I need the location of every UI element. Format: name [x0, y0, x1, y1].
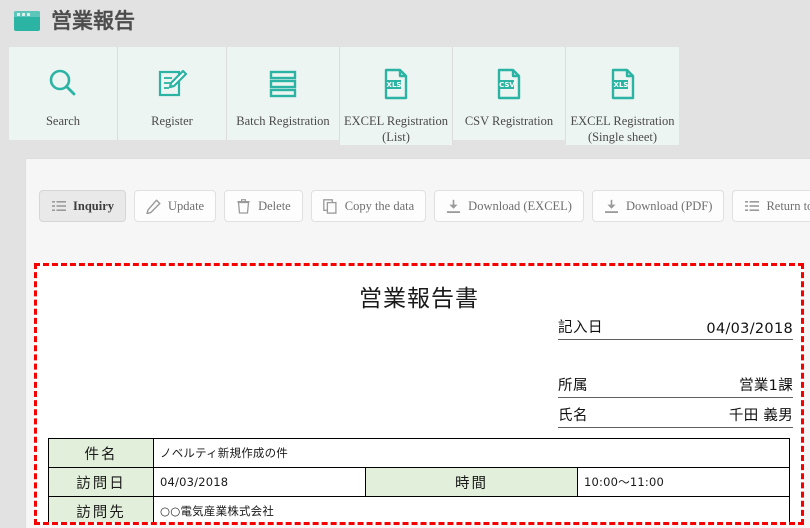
module-tabs: Search Register Batch Registration XLS E… — [9, 47, 801, 157]
tab-excel-registration-list[interactable]: XLS EXCEL Registration (List) — [340, 47, 453, 145]
button-label: Return to list — [766, 198, 810, 213]
table-row: 訪問日 04/03/2018 時間 10:00〜11:00 — [48, 467, 790, 497]
tab-label: EXCEL Registration (List) — [343, 114, 449, 144]
tab-label: Search — [45, 114, 80, 128]
download-icon — [446, 199, 461, 214]
copy-icon — [323, 198, 338, 214]
csv-file-icon: CSV — [492, 64, 526, 104]
page-title: 営業報告 — [51, 8, 135, 33]
update-button[interactable]: Update — [134, 190, 217, 222]
svg-text:CSV: CSV — [499, 81, 515, 89]
table-row: 訪問先 ○○電気産業株式会社 — [48, 496, 790, 522]
svg-text:XLS: XLS — [613, 81, 628, 89]
list-icon — [51, 199, 66, 214]
report-name-value: 千田 義男 — [728, 408, 793, 424]
download-icon — [604, 199, 619, 214]
table-row: 件名 ノベルティ新規作成の件 — [48, 438, 790, 468]
tab-search[interactable]: Search — [9, 47, 118, 140]
svg-text:XLS: XLS — [387, 81, 402, 89]
button-label: Update — [168, 198, 205, 213]
report-dept-value: 営業1課 — [739, 378, 793, 394]
stacked-rows-icon — [266, 64, 300, 104]
row-value[interactable]: 04/03/2018 — [153, 467, 366, 497]
row-label: 件名 — [48, 438, 154, 468]
return-to-list-button[interactable]: Return to list — [732, 190, 810, 222]
list-icon — [744, 199, 759, 214]
delete-button[interactable]: Delete — [224, 190, 303, 222]
action-toolbar: Inquiry Update Delete Copy the data Down… — [39, 190, 810, 222]
row-value[interactable]: ○○電気産業株式会社 — [153, 496, 790, 522]
content-panel: Inquiry Update Delete Copy the data Down… — [25, 158, 810, 528]
inquiry-button[interactable]: Inquiry — [39, 190, 126, 222]
tab-csv-registration[interactable]: CSV CSV Registration — [453, 47, 566, 140]
pencil-icon — [146, 199, 161, 214]
button-label: Download (EXCEL) — [468, 198, 572, 213]
pencil-document-icon — [155, 64, 189, 104]
tab-batch-registration[interactable]: Batch Registration — [227, 47, 340, 140]
tab-register[interactable]: Register — [118, 47, 227, 140]
report-dept-label: 所属 — [558, 378, 588, 394]
report-title: 営業報告書 — [359, 286, 479, 312]
row-label: 訪問日 — [48, 467, 154, 497]
row-value[interactable]: ノベルティ新規作成の件 — [153, 438, 790, 468]
row-label-2: 時間 — [365, 467, 578, 497]
row-label: 訪問先 — [48, 496, 154, 522]
report-date-label: 記入日 — [558, 320, 603, 336]
download-pdf-button[interactable]: Download (PDF) — [591, 190, 725, 222]
app-header: 営業報告 — [0, 0, 810, 42]
report-name-label: 氏名 — [558, 408, 588, 424]
tab-label: EXCEL Registration (Single sheet) — [570, 114, 675, 144]
report-name-row: 氏名 千田 義男 — [558, 404, 793, 428]
window-icon — [14, 11, 40, 31]
magnifier-icon — [46, 64, 80, 104]
report-date-row: 記入日 04/03/2018 — [558, 316, 793, 340]
report-document: 営業報告書 記入日 04/03/2018 所属 営業1課 氏名 千田 義男 件名… — [34, 263, 804, 525]
tab-label: Batch Registration — [236, 114, 330, 128]
report-table: 件名 ノベルティ新規作成の件 訪問日 04/03/2018 時間 10:00〜1… — [48, 438, 790, 522]
xls-file-icon: XLS — [606, 64, 640, 104]
copy-the-data-button[interactable]: Copy the data — [310, 190, 427, 222]
row-value-2[interactable]: 10:00〜11:00 — [577, 467, 790, 497]
app-window: 営業報告 Search Register Batch Registration … — [0, 0, 810, 528]
button-label: Delete — [258, 198, 291, 213]
button-label: Download (PDF) — [625, 198, 713, 213]
download-excel-button[interactable]: Download (EXCEL) — [434, 190, 584, 222]
xls-file-icon: XLS — [379, 64, 413, 104]
tab-label: CSV Registration — [464, 114, 554, 128]
report-dept-row: 所属 営業1課 — [558, 374, 793, 398]
tab-label: Register — [151, 114, 193, 128]
button-label: Copy the data — [344, 198, 415, 213]
tab-excel-registration-single-sheet[interactable]: XLS EXCEL Registration (Single sheet) — [566, 47, 679, 145]
report-date-value: 04/03/2018 — [706, 321, 793, 337]
button-label: Inquiry — [73, 198, 114, 213]
trash-icon — [236, 198, 251, 214]
